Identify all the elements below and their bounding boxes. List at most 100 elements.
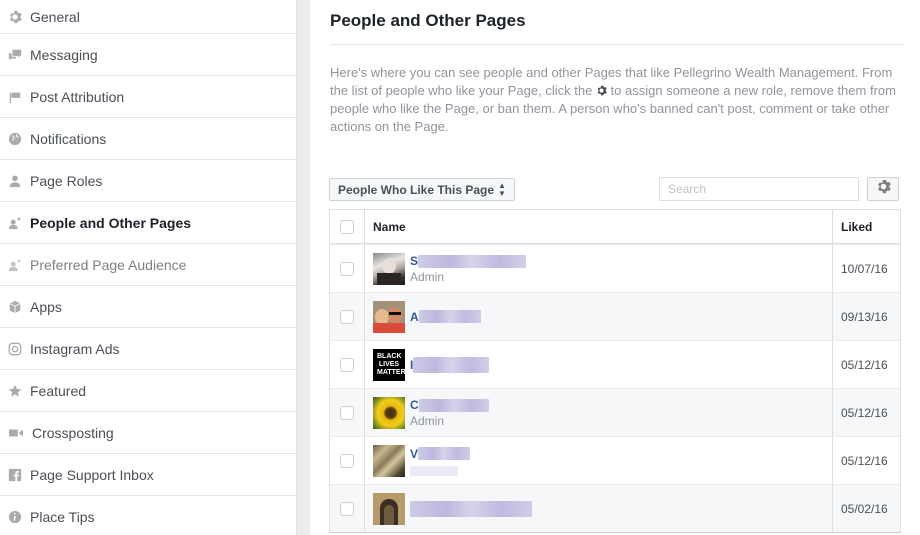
people-table: Name Liked S Admin 10/07/16 A 09/13/16 B… <box>329 209 901 533</box>
title-divider <box>330 44 904 45</box>
sidebar-item-page-support-inbox[interactable]: Page Support Inbox <box>0 454 296 496</box>
person-name[interactable]: S <box>410 253 527 269</box>
sort-caret-icon: ▲ ▼ <box>498 180 506 198</box>
table-row: V 05/12/16 <box>330 436 900 484</box>
row-check-cell <box>330 245 365 292</box>
sidebar-item-label: Messaging <box>30 46 98 63</box>
column-header-liked[interactable]: Liked <box>833 210 900 243</box>
flag-icon <box>8 90 22 104</box>
row-check-cell <box>330 293 365 340</box>
row-check-cell <box>330 485 365 532</box>
person-name[interactable]: I <box>410 356 490 373</box>
star-icon <box>8 384 22 398</box>
facebook-icon <box>8 468 22 482</box>
name-cell: C Admin <box>365 389 833 436</box>
name-cell: V <box>365 437 833 484</box>
table-row: A 09/13/16 <box>330 292 900 340</box>
name-cell: BLACK LIVES MATTER I <box>365 341 833 388</box>
row-checkbox[interactable] <box>340 357 354 372</box>
gear-icon <box>596 83 607 96</box>
row-check-cell <box>330 437 365 484</box>
table-row: BLACK LIVES MATTER I 05/12/16 <box>330 340 900 388</box>
sidebar-item-label: General <box>30 8 80 25</box>
avatar[interactable] <box>373 492 405 525</box>
redacted-name <box>413 356 490 373</box>
person-icon <box>8 174 22 188</box>
table-row: S Admin 10/07/16 <box>330 244 900 292</box>
row-checkbox[interactable] <box>340 501 354 516</box>
sidebar-item-instagram-ads[interactable]: Instagram Ads <box>0 328 296 370</box>
instagram-icon <box>8 342 22 356</box>
settings-sidebar: General Messaging Post Attribution Notif… <box>0 0 297 535</box>
liked-date: 09/13/16 <box>841 309 888 324</box>
row-checkbox[interactable] <box>340 261 354 276</box>
avatar[interactable] <box>373 252 405 285</box>
select-all-checkbox[interactable] <box>340 219 354 234</box>
liked-date: 05/02/16 <box>841 501 888 516</box>
sidebar-item-label: Page Support Inbox <box>30 466 154 483</box>
audience-filter-dropdown[interactable]: People Who Like This Page ▲ ▼ <box>329 178 515 201</box>
sidebar-item-place-tips[interactable]: Place Tips <box>0 496 296 535</box>
avatar[interactable] <box>373 300 405 333</box>
sidebar-item-notifications[interactable]: Notifications <box>0 118 296 160</box>
person-name[interactable]: C <box>410 397 489 413</box>
filter-label: People Who Like This Page <box>338 182 495 197</box>
sidebar-item-messaging[interactable]: Messaging <box>0 34 296 76</box>
sidebar-item-label: Crossposting <box>32 424 114 441</box>
person-star-icon <box>8 258 22 272</box>
avatar[interactable] <box>373 444 405 477</box>
sidebar-item-label: Preferred Page Audience <box>30 256 187 273</box>
main-panel: People and Other Pages Here's where you … <box>310 0 920 535</box>
row-checkbox[interactable] <box>340 309 354 324</box>
page-title: People and Other Pages <box>330 11 526 30</box>
search-input[interactable] <box>659 177 859 201</box>
sidebar-item-label: Post Attribution <box>30 88 125 105</box>
sidebar-item-people-and-other-pages[interactable]: People and Other Pages <box>0 202 296 244</box>
sidebar-item-featured[interactable]: Featured <box>0 370 296 412</box>
avatar-text: BLACK LIVES MATTER <box>377 352 405 376</box>
gear-icon <box>8 10 22 24</box>
table-row: 05/02/16 <box>330 484 900 532</box>
person-name[interactable]: V <box>410 446 471 462</box>
sidebar-item-label: Place Tips <box>30 508 95 525</box>
person-name[interactable]: A <box>410 309 481 325</box>
redacted-name <box>418 254 527 268</box>
liked-date: 05/12/16 <box>841 357 888 372</box>
gear-icon <box>876 179 891 199</box>
sidebar-item-crossposting[interactable]: Crossposting <box>0 412 296 454</box>
sidebar-item-label: Notifications <box>30 130 107 147</box>
role-label: Admin <box>410 414 445 428</box>
column-header-name[interactable]: Name <box>365 210 833 243</box>
table-header-row: Name Liked <box>330 210 900 244</box>
person-star-icon <box>8 216 22 230</box>
table-row: C Admin 05/12/16 <box>330 388 900 436</box>
sidebar-item-label: Featured <box>30 382 87 399</box>
settings-gear-button[interactable] <box>867 177 899 201</box>
sidebar-item-post-attribution[interactable]: Post Attribution <box>0 76 296 118</box>
gutter <box>298 0 310 535</box>
select-all-cell <box>330 210 365 243</box>
liked-date: 05/12/16 <box>841 453 888 468</box>
liked-date: 10/07/16 <box>841 261 888 276</box>
name-cell: S Admin <box>365 245 833 292</box>
globe-icon <box>8 132 22 146</box>
sidebar-item-page-roles[interactable]: Page Roles <box>0 160 296 202</box>
video-camera-icon <box>8 426 24 440</box>
description: Here's where you can see people and othe… <box>330 64 910 136</box>
liked-date: 05/12/16 <box>841 405 888 420</box>
role-label: Admin <box>410 270 445 284</box>
sidebar-item-label: Instagram Ads <box>30 340 120 357</box>
redacted-name <box>410 500 532 517</box>
sidebar-item-preferred-page-audience[interactable]: Preferred Page Audience <box>0 244 296 286</box>
row-checkbox[interactable] <box>340 405 354 420</box>
sidebar-item-general[interactable]: General <box>0 0 296 34</box>
redacted-name <box>418 398 489 412</box>
info-icon <box>8 510 22 524</box>
avatar[interactable] <box>373 396 405 429</box>
name-cell <box>365 485 833 532</box>
row-checkbox[interactable] <box>340 453 354 468</box>
sidebar-item-apps[interactable]: Apps <box>0 286 296 328</box>
person-name[interactable] <box>410 500 532 517</box>
row-check-cell <box>330 341 365 388</box>
avatar[interactable]: BLACK LIVES MATTER <box>373 348 405 381</box>
